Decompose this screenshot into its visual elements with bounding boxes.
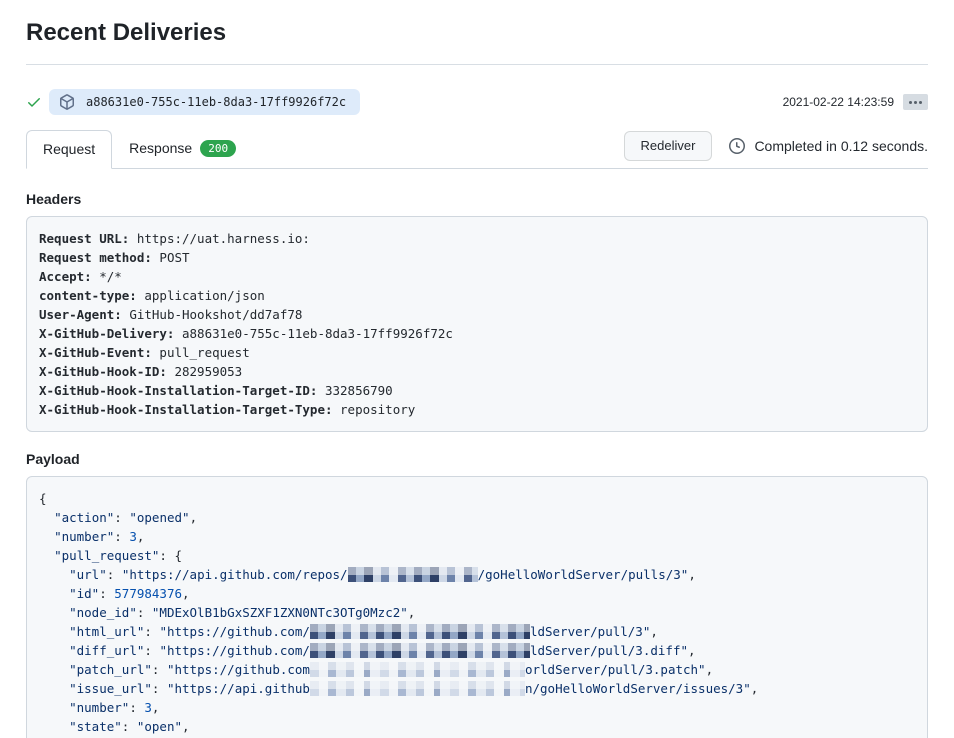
redacted-text	[310, 643, 530, 658]
delivery-guid: a88631e0-755c-11eb-8da3-17ff9926f72c	[86, 95, 346, 109]
payload-line: "number": 3,	[39, 698, 915, 717]
delivery-row: a88631e0-755c-11eb-8da3-17ff9926f72c 202…	[26, 88, 928, 116]
delivery-options-button[interactable]	[903, 94, 928, 110]
header-line: X-GitHub-Hook-Installation-Target-Type: …	[39, 400, 915, 419]
page-title: Recent Deliveries	[26, 18, 928, 48]
payload-line: "issue_url": "https://api.githubn/goHell…	[39, 679, 915, 698]
header-line: X-GitHub-Event: pull_request	[39, 343, 915, 362]
tab-request[interactable]: Request	[26, 130, 112, 169]
payload-line: "patch_url": "https://github.comorldServ…	[39, 660, 915, 679]
tab-request-label: Request	[43, 140, 95, 159]
tab-response-label: Response	[129, 139, 192, 158]
request-response-tabnav: Request Response 200 Redeliver Completed…	[26, 129, 928, 169]
header-line: User-Agent: GitHub-Hookshot/dd7af78	[39, 305, 915, 324]
package-icon	[59, 94, 75, 110]
payload-line: "state": "open",	[39, 717, 915, 736]
header-line: Request method: POST	[39, 248, 915, 267]
tabnav-right-controls: Redeliver Completed in 0.12 seconds.	[624, 131, 928, 161]
header-line: X-GitHub-Hook-Installation-Target-ID: 33…	[39, 381, 915, 400]
title-divider	[26, 64, 928, 65]
completed-duration-text: Completed in 0.12 seconds.	[754, 138, 928, 154]
redacted-text	[310, 681, 525, 696]
delivery-timestamp: 2021-02-22 14:23:59	[783, 95, 894, 109]
payload-line: {	[39, 489, 915, 508]
header-line: X-GitHub-Delivery: a88631e0-755c-11eb-8d…	[39, 324, 915, 343]
payload-section-title: Payload	[26, 451, 928, 467]
header-line: Request URL: https://uat.harness.io:	[39, 229, 915, 248]
redeliver-button[interactable]: Redeliver	[624, 131, 713, 161]
redacted-text	[310, 662, 525, 677]
kebab-horizontal-icon	[909, 101, 912, 104]
recent-deliveries-page: Recent Deliveries a88631e0-755c-11eb-8da…	[0, 18, 954, 738]
payload-line: "pull_request": {	[39, 546, 915, 565]
redacted-text	[348, 567, 478, 582]
header-line: Accept: */*	[39, 267, 915, 286]
payload-line: "url": "https://api.github.com/repos//go…	[39, 565, 915, 584]
headers-code-block: Request URL: https://uat.harness.io:Requ…	[26, 216, 928, 432]
payload-line: "diff_url": "https://github.com/ldServer…	[39, 641, 915, 660]
payload-line: "html_url": "https://github.com/ldServer…	[39, 622, 915, 641]
delivery-guid-toggle[interactable]: a88631e0-755c-11eb-8da3-17ff9926f72c	[49, 89, 360, 115]
headers-section-title: Headers	[26, 191, 928, 207]
payload-line: "id": 577984376,	[39, 584, 915, 603]
redacted-text	[310, 624, 530, 639]
tab-response[interactable]: Response 200	[112, 129, 253, 168]
check-icon	[26, 94, 42, 110]
payload-line: "number": 3,	[39, 527, 915, 546]
header-line: content-type: application/json	[39, 286, 915, 305]
clock-icon	[729, 138, 745, 154]
header-line: X-GitHub-Hook-ID: 282959053	[39, 362, 915, 381]
payload-line: "node_id": "MDExOlB1bGxSZXF1ZXN0NTc3OTg0…	[39, 603, 915, 622]
response-status-badge: 200	[200, 140, 236, 157]
payload-line: "action": "opened",	[39, 508, 915, 527]
payload-code-block: { "action": "opened", "number": 3, "pull…	[26, 476, 928, 738]
